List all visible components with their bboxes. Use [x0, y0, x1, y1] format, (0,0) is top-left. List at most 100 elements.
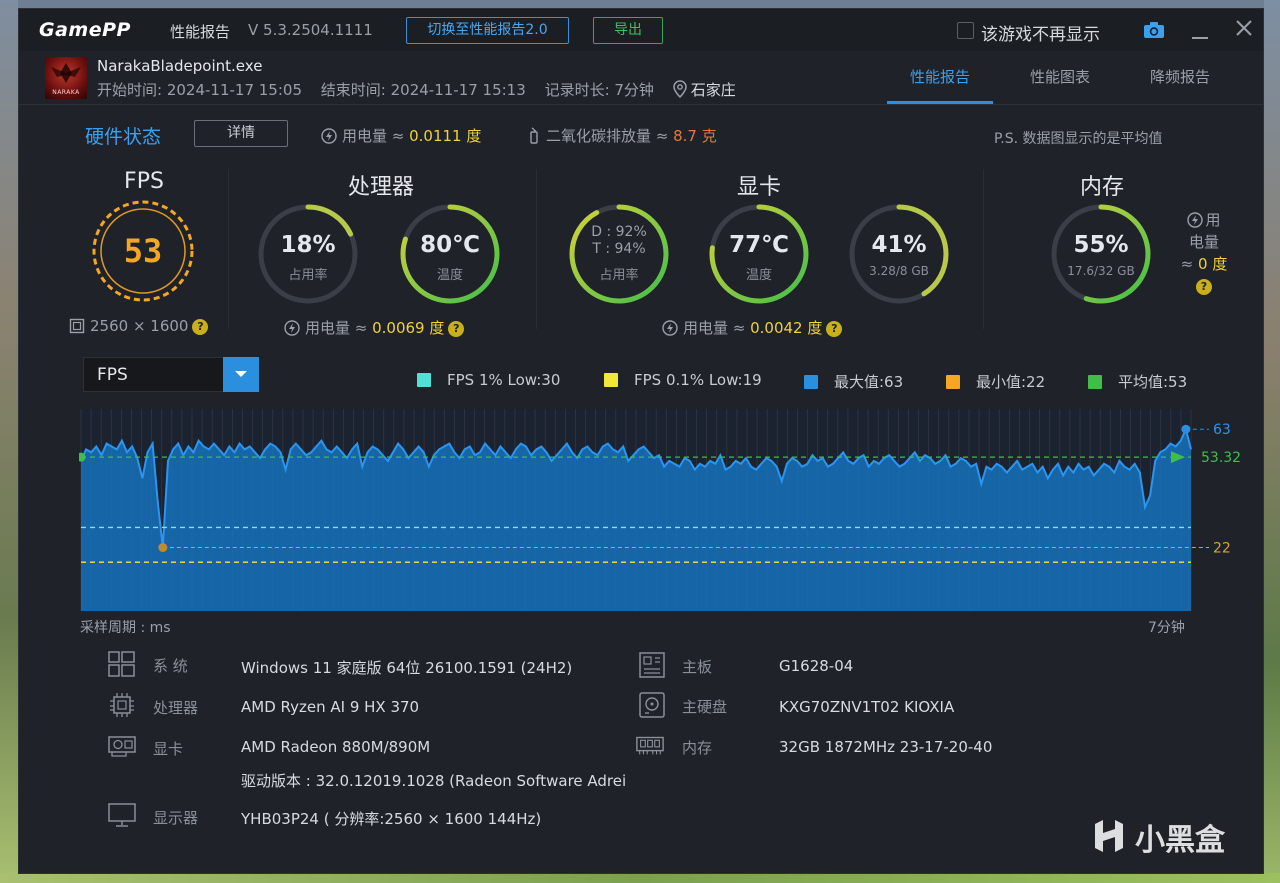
total-power-label: 用电量 ≈	[342, 127, 410, 145]
cpu-usage-value: 18%	[280, 232, 336, 258]
metric-select-button[interactable]	[223, 357, 259, 392]
switch-report-button[interactable]: 切换至性能报告2.0	[406, 17, 569, 44]
memory-key: 内存	[682, 739, 713, 757]
end-time: 结束时间: 2024-11-17 15:13	[320, 81, 526, 99]
game-exe-name: NarakaBladepoint.exe	[97, 57, 263, 75]
memory-usage-gauge: 55% 17.6/32 GB	[1049, 202, 1153, 306]
fps-resolution: 2560 × 1600?	[69, 317, 209, 335]
hide-game-checkbox[interactable]	[957, 22, 974, 39]
memory-section-title: 内存	[1079, 175, 1124, 200]
help-icon[interactable]: ?	[826, 321, 843, 337]
gpu-driver-version: 驱动版本 : 32.0.12019.1028 (Radeon Software …	[241, 772, 627, 790]
legend-swatch	[417, 373, 431, 387]
metric-select-value: FPS	[97, 365, 128, 385]
cpu-key: 处理器	[153, 699, 199, 717]
city-label: 石家庄	[690, 81, 736, 99]
motherboard-key: 主板	[682, 658, 713, 676]
metric-select[interactable]: FPS	[83, 357, 259, 392]
average-value-label: 53.32	[1201, 450, 1241, 466]
min-marker	[158, 543, 168, 553]
game-icon-text: NARAKA	[52, 89, 80, 96]
legend-item: FPS 0.1% Low:19	[604, 371, 762, 389]
desktop-background-right	[1264, 0, 1280, 883]
xiaoheihe-logo-icon	[1095, 820, 1123, 852]
gpu-usage-d: D : 92%	[591, 224, 647, 240]
chevron-down-icon	[235, 371, 247, 377]
help-icon[interactable]: ?	[1196, 279, 1212, 295]
game-icon: NARAKA	[45, 57, 87, 99]
location-icon	[672, 80, 687, 98]
camera-icon[interactable]	[1143, 21, 1165, 39]
title-bar[interactable]: GamePP 性能报告 V 5.3.2504.1111 切换至性能报告2.0 导…	[19, 9, 1263, 51]
legend-item: FPS 1% Low:30	[417, 371, 560, 389]
memory-value: 32GB 1872MHz 23-17-20-40	[779, 738, 993, 756]
gpu-section-title: 显卡	[736, 175, 781, 200]
total-power-value: 0.0111 度	[409, 127, 482, 145]
gpu-power: 用电量 ≈ 0.0042 度?	[662, 317, 843, 338]
legend-swatch	[604, 373, 618, 387]
resolution-icon	[69, 318, 85, 334]
hide-game-checkbox-label[interactable]: 该游戏不再显示	[981, 20, 1100, 45]
legend-label: FPS 0.1% Low:19	[634, 371, 762, 389]
close-icon[interactable]	[1234, 18, 1254, 38]
legend-label: 最小值:22	[976, 373, 1046, 391]
memory-power-value: 0 度	[1198, 255, 1228, 273]
cpu-temp-label: 温度	[436, 268, 463, 283]
monitor-icon	[108, 803, 136, 827]
report-tabs: 性能报告 性能图表 降频报告	[887, 56, 1247, 104]
memory-power-line1: 用	[1205, 211, 1221, 229]
power-icon	[321, 128, 337, 144]
gpu-vram-gauge: 41% 3.28/8 GB	[847, 202, 951, 306]
fps-chart[interactable]: 63 53.32 22	[79, 409, 1259, 611]
legend-swatch	[804, 375, 818, 389]
duration: 记录时长: 7分钟	[544, 81, 654, 99]
cpu-chip-icon	[110, 693, 134, 717]
legend-swatch	[946, 375, 960, 389]
legend-label: 最大值:63	[834, 373, 904, 391]
os-key: 系 统	[153, 657, 188, 675]
gpu-temp-gauge: 77℃ 温度	[707, 202, 811, 306]
legend-label: 平均值:53	[1118, 373, 1188, 391]
tab-performance-report[interactable]: 性能报告	[887, 66, 993, 87]
minimize-icon[interactable]	[1190, 21, 1210, 41]
power-icon	[284, 320, 300, 336]
help-icon[interactable]: ?	[192, 319, 209, 335]
xiaoheihe-watermark: 小黑盒	[1089, 815, 1225, 859]
header-divider	[19, 104, 1263, 105]
legend-item: 最小值:22	[946, 371, 1045, 392]
disk-key: 主硬盘	[682, 698, 728, 716]
cpu-usage-label: 占用率	[288, 268, 328, 283]
gpu-vram-value: 41%	[871, 232, 927, 258]
tab-performance-chart[interactable]: 性能图表	[1007, 66, 1113, 87]
hardware-status-title: 硬件状态	[85, 126, 162, 148]
export-button[interactable]: 导出	[593, 17, 663, 44]
os-value: Windows 11 家庭版 64位 26100.1591 (24H2)	[241, 659, 573, 677]
disk-value: KXG70ZNV1T02 KIOXIA	[779, 698, 955, 716]
fps-value: 53	[123, 232, 163, 270]
memory-power-prefix: ≈	[1180, 255, 1199, 273]
tab-throttle-report[interactable]: 降频报告	[1127, 66, 1233, 87]
co2-label: 二氧化碳排放量 ≈	[546, 127, 674, 145]
memory-power: 用 电量 ≈ 0 度 ?	[1169, 209, 1239, 297]
desktop-background-bottom	[0, 873, 1280, 883]
memory-power-line2: 电量	[1188, 233, 1219, 251]
cpu-temp-gauge: 80℃ 温度	[398, 202, 502, 306]
legend-item: 平均值:53	[1088, 371, 1187, 392]
gpu-temp-label: 温度	[745, 268, 772, 283]
watermark-text: 小黑盒	[1135, 823, 1225, 858]
ram-icon	[636, 736, 664, 755]
start-time: 开始时间: 2024-11-17 15:05	[97, 81, 302, 99]
report-title: 性能报告	[170, 23, 231, 41]
details-button[interactable]: 详情	[194, 120, 288, 147]
section-separator	[228, 169, 229, 329]
section-separator	[536, 169, 537, 329]
gpu-key: 显卡	[153, 740, 184, 758]
help-icon[interactable]: ?	[448, 321, 465, 337]
co2-icon	[530, 127, 538, 144]
cpu-power-label: 用电量 ≈	[305, 319, 373, 337]
fps-section-title: FPS	[124, 169, 164, 194]
fps-gauge: 53	[91, 199, 195, 303]
co2-value: 8.7 克	[673, 127, 717, 145]
motherboard-icon	[639, 652, 665, 678]
gpu-value: AMD Radeon 880M/890M	[241, 738, 431, 756]
